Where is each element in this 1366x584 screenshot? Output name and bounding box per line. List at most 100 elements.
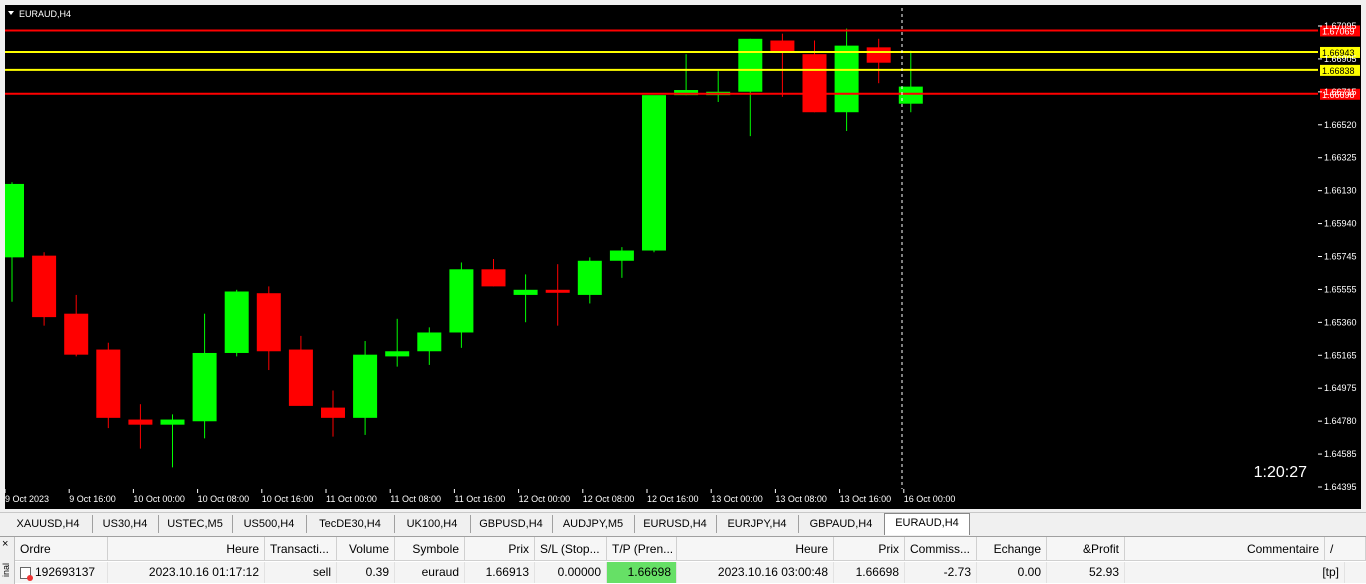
cell-tp: 1.66698 [607, 562, 677, 583]
col-header-ordre[interactable]: Ordre [15, 537, 108, 561]
col-header-sl[interactable]: S/L (Stop... [535, 537, 607, 561]
terminal-side-strip: × inal [0, 537, 15, 584]
level-price-label: 1.66838 [1322, 66, 1355, 76]
time-label: 11 Oct 00:00 [326, 494, 377, 504]
candle-body [128, 419, 153, 425]
time-label: 10 Oct 08:00 [198, 494, 250, 504]
col-header-volume[interactable]: Volume [337, 537, 395, 561]
candle-body [32, 255, 57, 318]
chart-window[interactable]: 1.67069 1.66943 1.66838 1.66698 1.67095 1.66… [0, 0, 1366, 510]
candle-body [802, 54, 827, 113]
candle-body [160, 419, 185, 425]
col-header-tp[interactable]: T/P (Pren... [607, 537, 677, 561]
candle-body [224, 291, 249, 353]
tab-audjpy-m5[interactable]: AUDJPY,M5 [552, 515, 635, 533]
cell-prix-close: 1.66698 [834, 562, 905, 583]
price-tick-label: 1.65555 [1324, 284, 1357, 294]
price-tick-label: 1.65940 [1324, 219, 1357, 229]
candle-body [385, 351, 410, 357]
cell-commentaire: [tp] [1125, 562, 1345, 583]
bear-candle [96, 342, 121, 429]
bull-candle [642, 95, 666, 253]
time-label: 9 Oct 16:00 [69, 494, 116, 504]
price-tick-label: 1.67095 [1324, 21, 1357, 31]
cell-profit: 52.93 [1047, 562, 1125, 583]
candle-body [192, 352, 217, 422]
candle-body [96, 349, 121, 418]
cell-transaction: sell [265, 562, 337, 583]
time-label: 12 Oct 16:00 [647, 494, 699, 504]
cell-prix: 1.66913 [465, 562, 535, 583]
price-tick-label: 1.64975 [1324, 383, 1357, 393]
col-header-symbole[interactable]: Symbole [395, 537, 465, 561]
col-header-sort[interactable]: / [1325, 537, 1366, 561]
price-tick-label: 1.66325 [1324, 153, 1357, 163]
time-label: 10 Oct 16:00 [262, 494, 314, 504]
terminal-panel: × inal Ordre Heure Transacti... Volume S… [0, 536, 1366, 584]
tab-tecde30-h4[interactable]: TecDE30,H4 [306, 515, 395, 533]
symbol-label: EURAUD,H4 [19, 9, 71, 19]
price-tick-label: 1.65360 [1324, 317, 1357, 327]
col-header-commentaire[interactable]: Commentaire [1125, 537, 1325, 561]
price-tick-label: 1.65745 [1324, 252, 1357, 262]
bear-candle [32, 252, 57, 326]
col-header-commission[interactable]: Commiss... [905, 537, 977, 561]
col-header-heure[interactable]: Heure [108, 537, 265, 561]
time-label: 10 Oct 00:00 [133, 494, 185, 504]
tab-us500-h4[interactable]: US500,H4 [232, 515, 307, 533]
tab-uk100-h4[interactable]: UK100,H4 [394, 515, 471, 533]
candle-body [545, 289, 570, 293]
candle-body [513, 289, 538, 295]
candle-body [577, 260, 602, 295]
bar-countdown: 1:20:27 [1254, 464, 1307, 481]
price-chart[interactable]: 1.670691.669431.668381.66698 1.670951.66… [0, 0, 1366, 510]
candle-body [5, 183, 24, 258]
tab-gbpaud-h4[interactable]: GBPAUD,H4 [798, 515, 885, 533]
candle-body [898, 86, 923, 104]
cell-sl: 0.00000 [535, 562, 607, 583]
price-tick-label: 1.64780 [1324, 416, 1357, 426]
col-header-transaction[interactable]: Transacti... [265, 537, 337, 561]
cell-symbole: euraud [395, 562, 465, 583]
candle-body [481, 269, 506, 287]
price-tick-label: 1.66520 [1324, 120, 1357, 130]
price-tick-label: 1.64395 [1324, 482, 1357, 492]
cell-heure: 2023.10.16 01:17:12 [108, 562, 265, 583]
tab-us30-h4[interactable]: US30,H4 [92, 515, 159, 533]
terminal-side-label: inal [1, 563, 11, 578]
candle-body [642, 95, 666, 251]
candle-body [609, 250, 634, 261]
tab-gbpusd-h4[interactable]: GBPUSD,H4 [470, 515, 553, 533]
col-header-prix-close[interactable]: Prix [834, 537, 905, 561]
col-header-echange[interactable]: Echange [977, 537, 1047, 561]
cell-ordre: 192693137 [15, 562, 108, 583]
cell-commission: -2.73 [905, 562, 977, 583]
tab-ustec-m5[interactable]: USTEC,M5 [158, 515, 233, 533]
time-label: 9 Oct 2023 [5, 494, 49, 504]
time-label: 11 Oct 08:00 [390, 494, 441, 504]
candle-body [866, 47, 891, 63]
tab-xauusd-h4[interactable]: XAUUSD,H4 [4, 515, 93, 533]
tab-euraud-h4[interactable]: EURAUD,H4 [884, 513, 970, 535]
cell-heure-close: 2023.10.16 03:00:48 [677, 562, 834, 583]
tab-eurusd-h4[interactable]: EURUSD,H4 [634, 515, 717, 533]
close-icon[interactable]: × [2, 538, 8, 550]
candle-body [738, 38, 763, 92]
price-tick-label: 1.64585 [1324, 449, 1357, 459]
time-label: 12 Oct 08:00 [583, 494, 635, 504]
time-label: 13 Oct 08:00 [775, 494, 827, 504]
tab-eurjpy-h4[interactable]: EURJPY,H4 [716, 515, 799, 533]
time-label: 11 Oct 16:00 [454, 494, 505, 504]
col-header-prix[interactable]: Prix [465, 537, 535, 561]
candle-body [834, 45, 859, 113]
time-label: 13 Oct 16:00 [840, 494, 892, 504]
col-header-profit[interactable]: &Profit [1047, 537, 1125, 561]
col-header-heure-close[interactable]: Heure [677, 537, 834, 561]
chart-tabs: XAUUSD,H4 US30,H4 USTEC,M5 US500,H4 TecDE30,… [0, 512, 1366, 536]
candle-body [417, 332, 442, 352]
candle-body [256, 293, 281, 352]
candle-body [770, 40, 795, 53]
price-tick-label: 1.66905 [1324, 54, 1357, 64]
cell-echange: 0.00 [977, 562, 1047, 583]
order-icon [20, 566, 33, 581]
